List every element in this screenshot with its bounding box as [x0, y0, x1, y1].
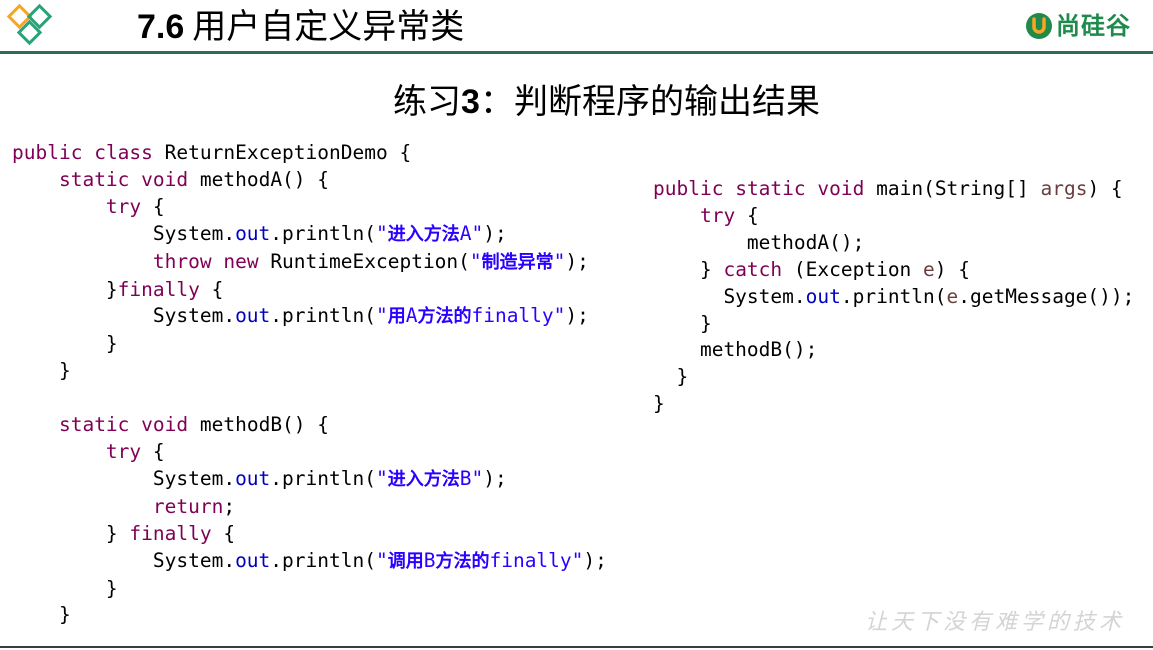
code-line: static void methodA() { [58, 167, 330, 191]
code-line: try { [699, 203, 759, 227]
code-line: try { [105, 439, 165, 463]
slide-header: 7.6 用户自定义异常类 尚硅谷 [0, 0, 1153, 54]
slide-title: 7.6 用户自定义异常类 [137, 7, 464, 47]
code-block-left: public class ReturnExceptionDemo { stati… [12, 140, 607, 629]
code-line: } [12, 603, 71, 627]
code-line: } [12, 576, 118, 600]
code-line: } [12, 332, 118, 356]
brand-name: 尚硅谷 [1056, 12, 1131, 40]
code-line: System.out.println("用A方法的finally"); [12, 304, 589, 328]
exercise-separator: ： [479, 82, 514, 122]
code-line: System.out.println(e.getMessage()); [653, 284, 1135, 308]
code-line: System.out.println("调用B方法的finally"); [12, 548, 607, 572]
code-line: return; [152, 494, 236, 518]
exercise-title: 练习3：判断程序的输出结果 [0, 80, 1153, 124]
code-line: methodA(); [653, 230, 865, 254]
code-line: } finally { [12, 521, 236, 545]
header-divider [0, 51, 1153, 54]
exercise-label: 练习 [393, 82, 462, 122]
code-line: } catch (Exception e) { [653, 257, 971, 281]
code-line: }finally { [12, 277, 224, 301]
exercise-number: 3 [461, 83, 480, 121]
code-line: try { [105, 194, 165, 218]
footer-divider [0, 646, 1153, 648]
brand-u-icon [1026, 13, 1052, 39]
code-line: methodB(); [653, 338, 818, 362]
code-line: static void methodB() { [58, 413, 330, 437]
section-title: 用户自定义异常类 [192, 7, 465, 47]
code-class-header: public class ReturnExceptionDemo { [12, 141, 412, 164]
code-block-right: public static void main(String[] args) {… [653, 176, 1134, 418]
code-line: } [653, 311, 712, 335]
code-line: } [653, 365, 689, 389]
code-line: System.out.println("进入方法B"); [12, 466, 507, 490]
code-line: public static void main(String[] args) { [653, 177, 1123, 200]
code-line: throw new RuntimeException("制造异常"); [152, 249, 589, 273]
diamond-logo-icon [6, 3, 53, 46]
code-line: } [12, 359, 71, 383]
footer-slogan: 让天下没有难学的技术 [864, 610, 1125, 635]
code-line: System.out.println("进入方法A"); [12, 221, 507, 245]
exercise-heading: 判断程序的输出结果 [513, 82, 820, 122]
brand-logo: 尚硅谷 [1024, 8, 1131, 44]
code-line: } [653, 392, 665, 416]
section-number: 7.6 [137, 8, 185, 46]
